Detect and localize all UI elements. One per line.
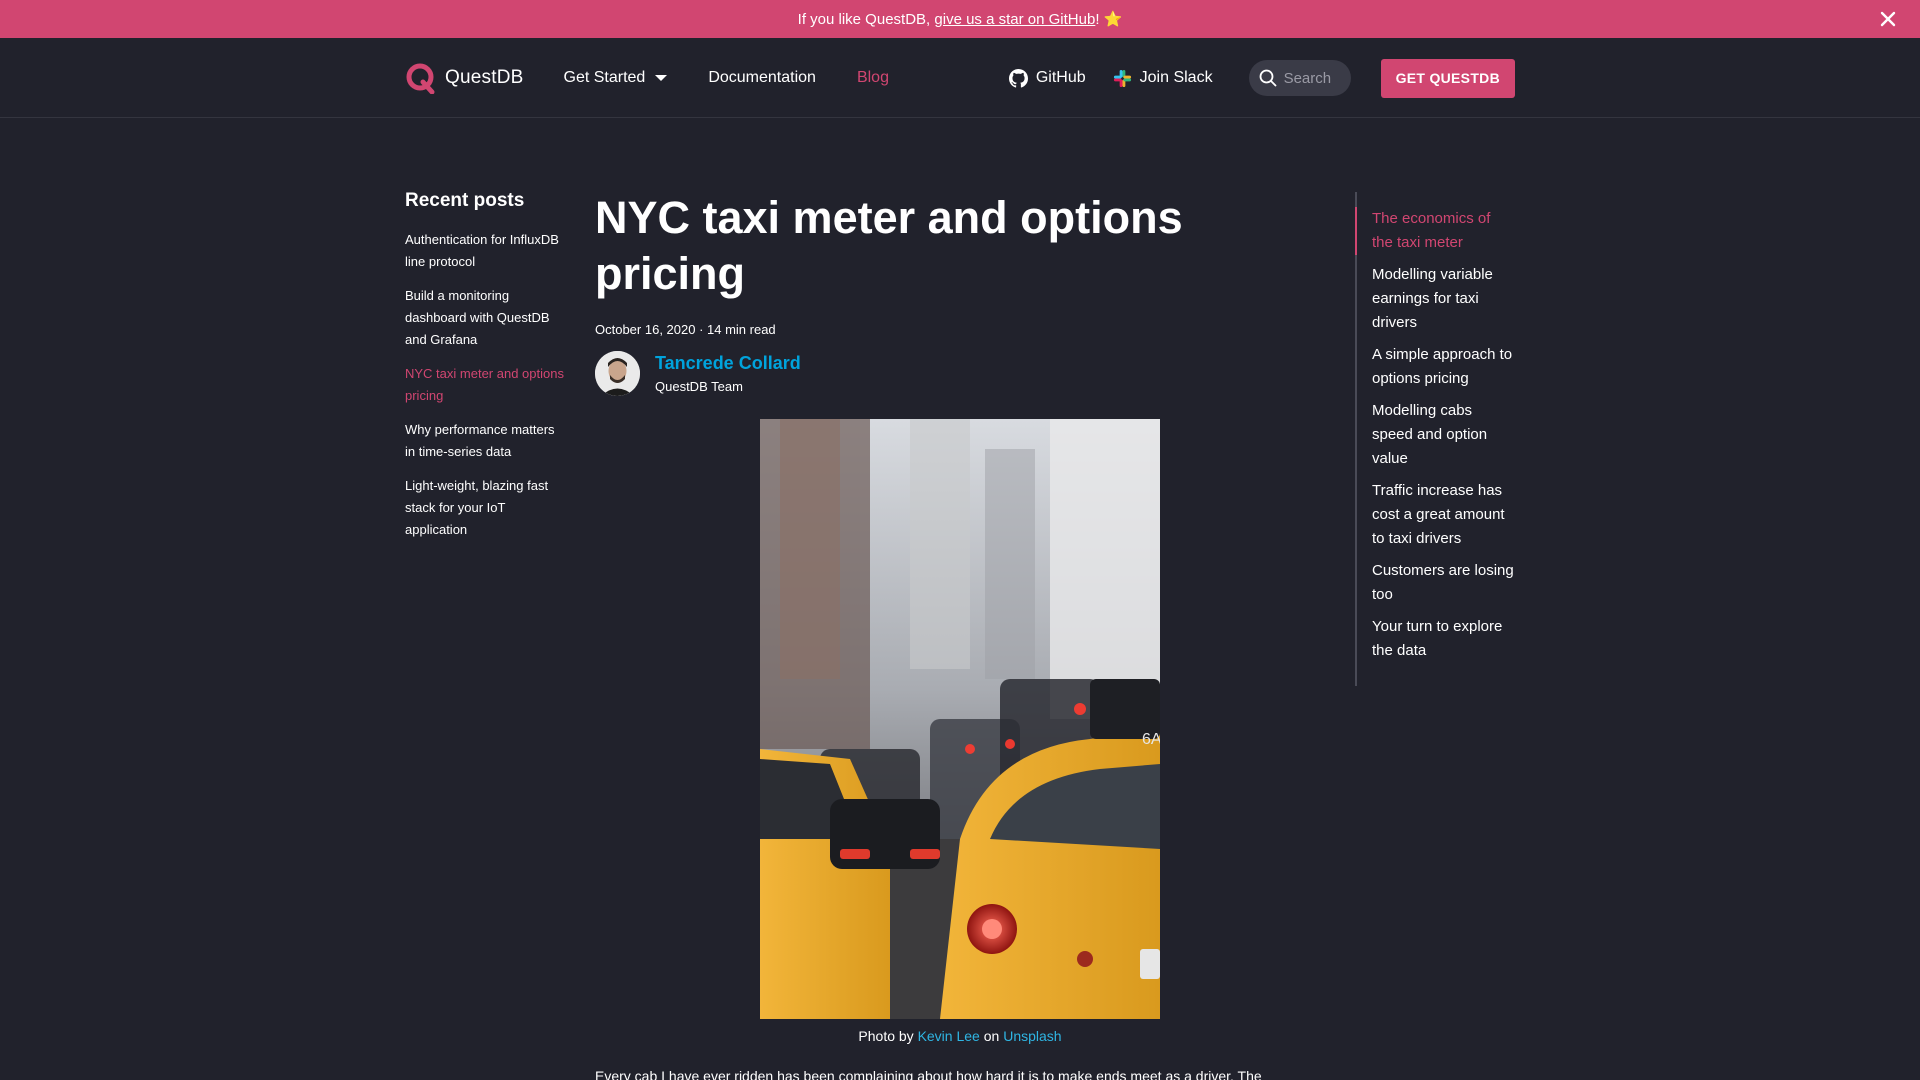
announcement-prefix: If you like QuestDB,: [797, 11, 935, 28]
github-star-link[interactable]: give us a star on GitHub: [934, 11, 1095, 28]
author-block: Tancrede Collard QuestDB Team: [595, 351, 1315, 396]
toc-item[interactable]: Customers are losing too: [1357, 559, 1515, 607]
article: NYC taxi meter and options pricing Octob…: [595, 190, 1315, 1080]
article-meta: October 16, 2020 · 14 min read: [595, 322, 776, 337]
svg-text:6A: 6A: [1142, 731, 1160, 748]
questdb-logo[interactable]: QuestDB: [405, 62, 524, 94]
close-icon[interactable]: [1878, 9, 1898, 29]
github-icon: [1008, 68, 1028, 88]
logo-text: QuestDB: [445, 67, 524, 88]
questdb-logo-icon: [406, 63, 435, 94]
nav-get-started-label: Get Started: [563, 69, 646, 86]
caption-prefix: Photo by: [858, 1028, 918, 1044]
toc-item[interactable]: Modelling cabs speed and option value: [1357, 399, 1515, 471]
caption-mid: on: [979, 1028, 1004, 1044]
recent-post-link[interactable]: Authentication for InfluxDB line protoco…: [405, 229, 568, 273]
author-avatar[interactable]: [595, 351, 640, 396]
recent-posts-sidebar: Recent posts Authentication for InfluxDB…: [405, 190, 568, 553]
announcement-suffix: ! ⭐: [1095, 11, 1123, 28]
slack-label: Join Slack: [1139, 69, 1213, 86]
recent-post-link[interactable]: Why performance matters in time-series d…: [405, 419, 568, 463]
search-placeholder: Search: [1283, 69, 1332, 87]
image-caption: Photo by Kevin Lee on Unsplash: [595, 1028, 1325, 1044]
recent-post-link[interactable]: Build a monitoring dashboard with QuestD…: [405, 285, 568, 351]
toc-item[interactable]: A simple approach to options pricing: [1357, 343, 1515, 391]
unsplash-link[interactable]: Unsplash: [1003, 1028, 1061, 1044]
get-questdb-button[interactable]: GET QUESTDB: [1380, 58, 1515, 98]
slack-icon: [1113, 69, 1131, 87]
toc-item[interactable]: Modelling variable earnings for taxi dri…: [1357, 263, 1515, 335]
search-input[interactable]: Search: [1248, 60, 1351, 96]
toc-item[interactable]: Traffic increase has cost a great amount…: [1357, 479, 1515, 551]
table-of-contents: The economics of the taxi meter Modellin…: [1355, 192, 1515, 686]
github-link[interactable]: GitHub: [1008, 68, 1086, 88]
caret-down-icon: [655, 75, 668, 81]
toc-item[interactable]: Your turn to explore the data: [1357, 615, 1515, 663]
github-label: GitHub: [1035, 69, 1086, 86]
author-name-link[interactable]: Tancrede Collard: [655, 353, 801, 374]
slack-link[interactable]: Join Slack: [1113, 69, 1213, 88]
article-body-text: Every cab I have ever ridden has been co…: [595, 1068, 1262, 1080]
announcement-bar: If you like QuestDB, give us a star on G…: [0, 0, 1920, 38]
announcement-text: If you like QuestDB, give us a star on G…: [798, 10, 1123, 28]
search-icon: [1259, 69, 1276, 87]
hero-image-taxi-traffic: 6A: [760, 419, 1160, 1019]
nav-blog[interactable]: Blog: [857, 69, 889, 87]
recent-post-link-active[interactable]: NYC taxi meter and options pricing: [405, 363, 568, 407]
article-title: NYC taxi meter and options pricing: [595, 192, 1183, 299]
photographer-link[interactable]: Kevin Lee: [918, 1028, 980, 1044]
toc-item-active[interactable]: The economics of the taxi meter: [1355, 207, 1515, 255]
nav-get-started[interactable]: Get Started: [564, 69, 668, 87]
author-role: QuestDB Team: [655, 379, 743, 394]
recent-post-link[interactable]: Light-weight, blazing fast stack for you…: [405, 475, 568, 541]
sidebar-title: Recent posts: [405, 190, 525, 211]
nav-documentation[interactable]: Documentation: [708, 69, 816, 87]
navbar: QuestDB Get Started Documentation Blog G…: [0, 38, 1920, 118]
